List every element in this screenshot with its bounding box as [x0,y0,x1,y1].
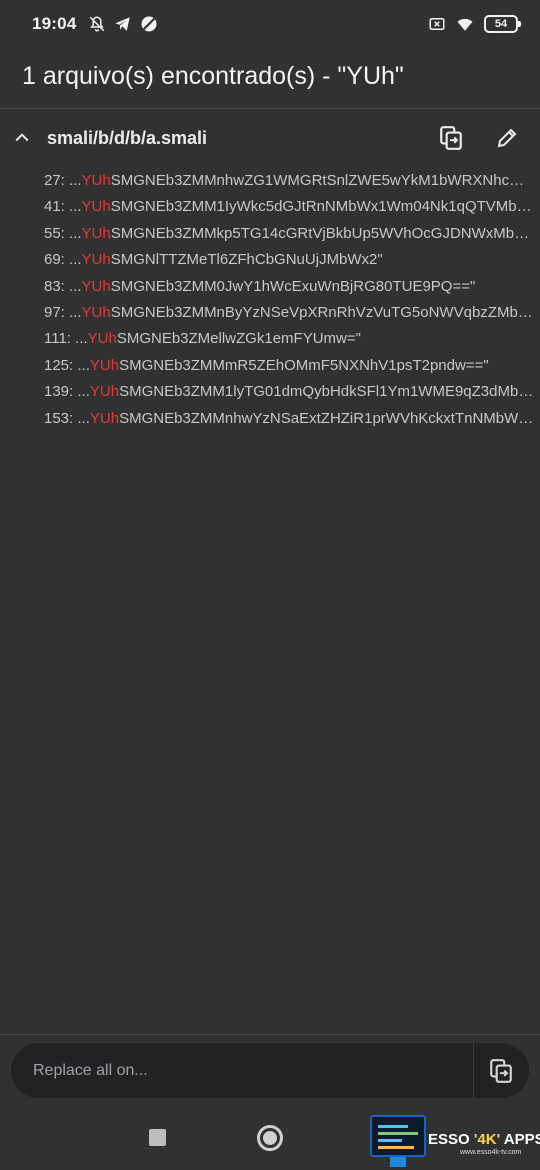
result-row[interactable]: 83: ...YUhSMGNEb3ZMM0JwY1hWcExuWnBjRG80T… [44,274,534,300]
match-highlight: YUh [89,383,120,401]
result-row[interactable]: 41: ...YUhSMGNEb3ZMM1IyWkc5dGJtRnNMbWx1W… [44,194,534,220]
match-highlight: YUh [89,409,120,427]
match-highlight: YUh [81,198,111,216]
divider [0,108,540,109]
copy-button[interactable] [437,124,465,152]
status-time: 19:04 [32,14,77,33]
battery-level: 54 [494,18,508,30]
match-highlight: YUh [81,303,111,321]
match-highlight: YUh [87,330,117,348]
telegram-icon [115,17,131,31]
sim-x-icon [429,18,445,30]
file-path[interactable]: smali/b/d/b/a.smali [47,128,207,149]
wifi-icon [457,18,473,31]
monitor-stand [390,1157,406,1167]
battery-icon: 54 [484,15,521,33]
file-group-header[interactable]: smali/b/d/b/a.smali [0,116,540,162]
watermark-logo: ESSO '4K' APPS www.esso4k-tv.com [368,1113,540,1170]
results-list: 27: ...YUhSMGNEb3ZMMnhwZG1WMGRtSnlZWE5wY… [44,168,534,432]
match-highlight: YUh [81,224,111,242]
result-row[interactable]: 139: ...YUhSMGNEb3ZMM1lyTG01dmQybHdkSFl1… [44,379,534,405]
divider [0,1034,540,1035]
match-highlight: YUh [81,277,111,295]
watermark-text: ESSO '4K' APPS [428,1131,540,1148]
monitor-icon [370,1115,426,1157]
status-left-icons [88,15,158,33]
result-row[interactable]: 153: ...YUhSMGNEb3ZMMnhwYzNSaExtZHZiR1pr… [44,406,534,432]
result-row[interactable]: 111: ...YUhSMGNEb3ZMellwZGk1emFYUmw=" [44,326,534,352]
divider [473,1043,474,1098]
status-right-icons: 54 [428,15,521,33]
home-circle-icon[interactable] [257,1125,283,1151]
replace-input[interactable] [33,1060,453,1082]
match-highlight: YUh [81,251,111,269]
copy-icon[interactable] [438,125,464,151]
edit-button[interactable] [493,124,521,152]
title-bar: 1 arquivo(s) encontrado(s) - "YUh" [0,48,540,108]
watermark-subtext: www.esso4k-tv.com [460,1149,522,1156]
replace-all-button[interactable] [485,1055,517,1087]
match-highlight: YUh [89,356,120,374]
result-row[interactable]: 55: ...YUhSMGNEb3ZMMkp5TG14cGRtVjBkbUp5W… [44,221,534,247]
chevron-up-icon[interactable] [12,128,32,148]
match-highlight: YUh [81,172,111,189]
edit-icon[interactable] [495,126,519,150]
replace-bar [11,1043,529,1098]
status-bar: 19:04 54 [0,0,540,48]
no-sim-icon [141,16,157,32]
result-row[interactable]: 27: ...YUhSMGNEb3ZMMnhwZG1WMGRtSnlZWE5wY… [44,168,534,194]
bell-off-icon [90,16,105,32]
page-title: 1 arquivo(s) encontrado(s) - "YUh" [22,62,404,90]
recents-square-icon[interactable] [149,1129,166,1146]
result-row[interactable]: 125: ...YUhSMGNEb3ZMMmR5ZEhOMmF5NXNhV1ps… [44,353,534,379]
result-row[interactable]: 69: ...YUhSMGNlTTZMeTl6ZFhCbGNuUjJMbWx2" [44,247,534,273]
replace-all-icon[interactable] [488,1058,514,1084]
result-row[interactable]: 97: ...YUhSMGNEb3ZMMnByYzNSeVpXRnRhVzVuT… [44,300,534,326]
